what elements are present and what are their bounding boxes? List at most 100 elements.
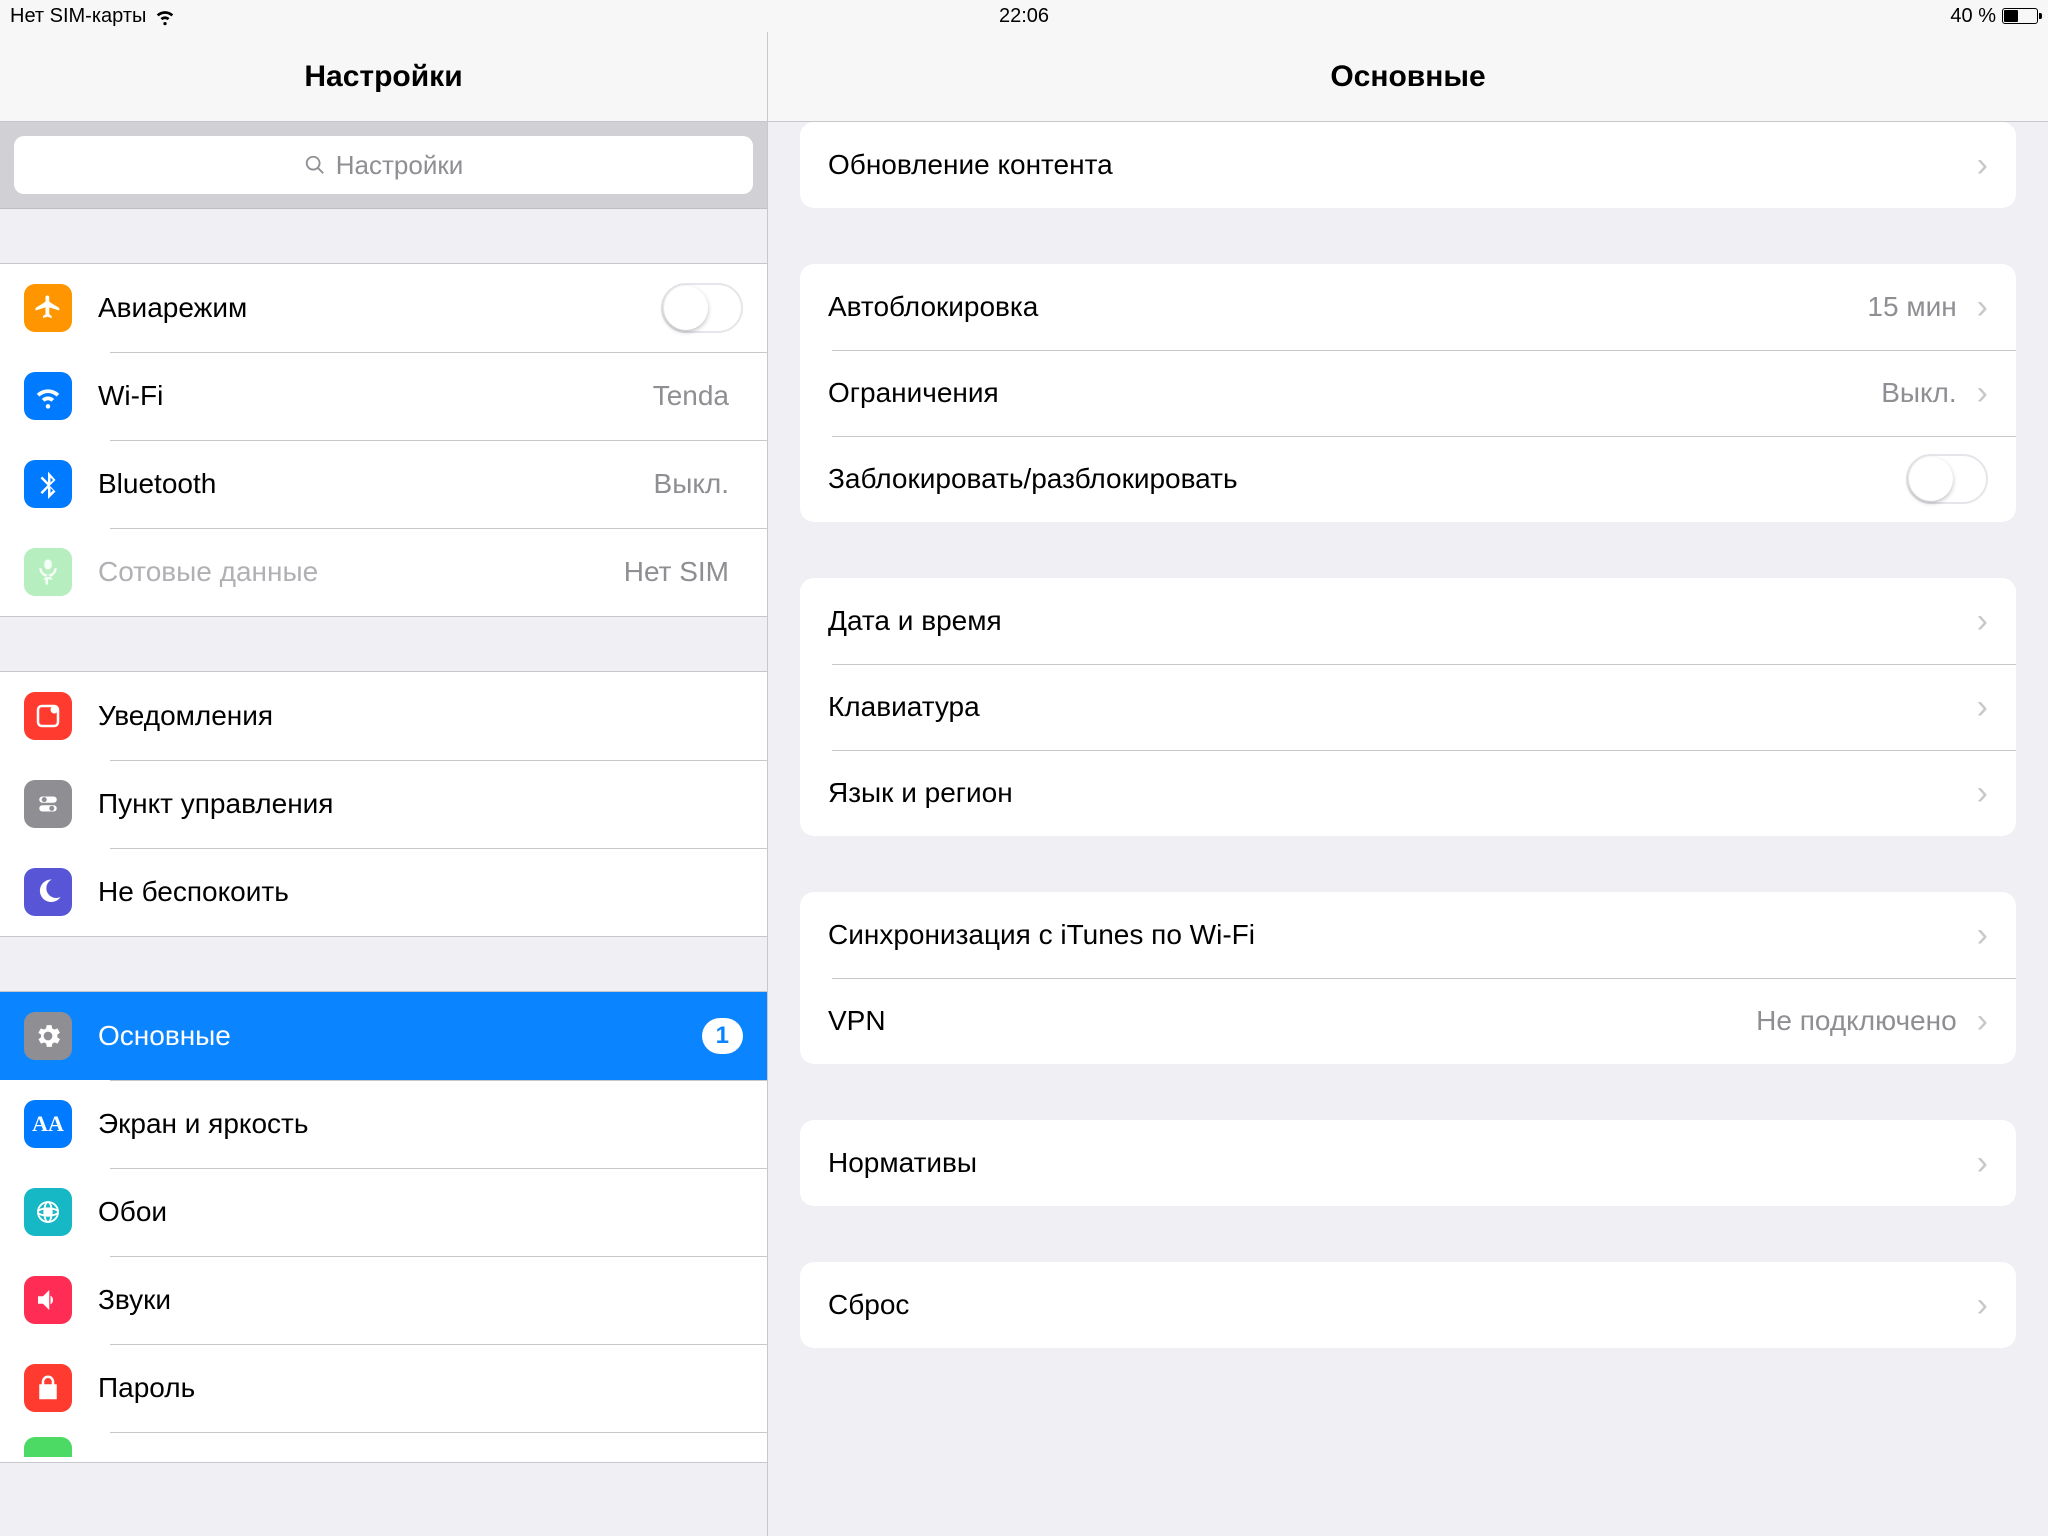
row-reset[interactable]: Сброс › (800, 1262, 2016, 1348)
search-placeholder: Настройки (336, 150, 464, 181)
sidebar-group-connectivity: Авиарежим Wi-Fi Tenda Bluetooth Выкл. Со… (0, 263, 767, 617)
status-time: 22:06 (999, 5, 1049, 28)
row-regulatory[interactable]: Нормативы › (800, 1120, 2016, 1206)
row-value: Выкл. (654, 468, 729, 500)
row-label: Сотовые данные (98, 556, 624, 588)
sidebar-item-display[interactable]: AA Экран и яркость (0, 1080, 767, 1168)
carrier-text: Нет SIM-карты (10, 5, 146, 28)
detail-group-5: Сброс › (800, 1262, 2016, 1348)
row-label: Дата и время (828, 605, 1971, 637)
search-input[interactable]: Настройки (14, 136, 753, 194)
row-vpn[interactable]: VPN Не подключено › (800, 978, 2016, 1064)
row-label: Сброс (828, 1289, 1971, 1321)
row-label: VPN (828, 1005, 1756, 1037)
chevron-right-icon: › (1977, 688, 1988, 727)
row-content-refresh[interactable]: Обновление контента › (800, 122, 2016, 208)
row-label: Заблокировать/разблокировать (828, 463, 1906, 495)
sidebar-item-control-center[interactable]: Пункт управления (0, 760, 767, 848)
status-left: Нет SIM-карты (10, 5, 176, 28)
sidebar-item-next[interactable] (0, 1432, 767, 1462)
bluetooth-icon (24, 460, 72, 508)
row-label: Wi-Fi (98, 380, 653, 412)
detail-group-1: Автоблокировка 15 мин › Ограничения Выкл… (800, 264, 2016, 522)
dnd-icon (24, 868, 72, 916)
row-label: Основные (98, 1020, 702, 1052)
sidebar-item-general[interactable]: Основные 1 (0, 992, 767, 1080)
row-value: Нет SIM (624, 556, 729, 588)
detail-content: Обновление контента › Автоблокировка 15 … (768, 122, 2048, 1408)
row-label: Не беспокоить (98, 876, 743, 908)
sidebar-item-wifi[interactable]: Wi-Fi Tenda (0, 352, 767, 440)
row-label: Обои (98, 1196, 743, 1228)
row-label: Экран и яркость (98, 1108, 743, 1140)
control-center-icon (24, 780, 72, 828)
chevron-right-icon: › (1977, 374, 1988, 413)
sidebar-item-wallpaper[interactable]: Обои (0, 1168, 767, 1256)
wifi-status-icon (154, 5, 176, 27)
chevron-right-icon: › (1977, 916, 1988, 955)
row-label: Ограничения (828, 377, 1881, 409)
detail-pane: Основные Обновление контента › Автоблоки… (768, 32, 2048, 1536)
cellular-icon (24, 548, 72, 596)
row-date-time[interactable]: Дата и время › (800, 578, 2016, 664)
display-icon: AA (24, 1100, 72, 1148)
row-label: Нормативы (828, 1147, 1971, 1179)
chevron-right-icon: › (1977, 1144, 1988, 1183)
row-restrictions[interactable]: Ограничения Выкл. › (800, 350, 2016, 436)
row-language-region[interactable]: Язык и регион › (800, 750, 2016, 836)
sidebar-item-airplane[interactable]: Авиарежим (0, 264, 767, 352)
status-bar: Нет SIM-карты 22:06 40 % (0, 0, 2048, 32)
row-label: Язык и регион (828, 777, 1971, 809)
row-lock-unlock[interactable]: Заблокировать/разблокировать (800, 436, 2016, 522)
sounds-icon (24, 1276, 72, 1324)
row-keyboard[interactable]: Клавиатура › (800, 664, 2016, 750)
chevron-right-icon: › (1977, 146, 1988, 185)
row-label: Пункт управления (98, 788, 743, 820)
wallpaper-icon (24, 1188, 72, 1236)
search-icon (304, 154, 326, 176)
row-autolock[interactable]: Автоблокировка 15 мин › (800, 264, 2016, 350)
sidebar-title: Настройки (0, 32, 767, 122)
row-icon (24, 1437, 72, 1457)
row-label: Синхронизация с iTunes по Wi-Fi (828, 919, 1971, 951)
airplane-icon (24, 284, 72, 332)
update-badge: 1 (702, 1018, 743, 1054)
row-label: Уведомления (98, 700, 743, 732)
sidebar-item-dnd[interactable]: Не беспокоить (0, 848, 767, 936)
row-value: Не подключено (1756, 1005, 1957, 1037)
chevron-right-icon: › (1977, 1002, 1988, 1041)
row-value: 15 мин (1867, 291, 1956, 323)
sidebar-item-cellular[interactable]: Сотовые данные Нет SIM (0, 528, 767, 616)
detail-title: Основные (768, 32, 2048, 122)
row-label: Клавиатура (828, 691, 1971, 723)
sidebar-item-passcode[interactable]: Пароль (0, 1344, 767, 1432)
notifications-icon (24, 692, 72, 740)
battery-icon (2002, 8, 2038, 24)
detail-group-0: Обновление контента › (800, 122, 2016, 208)
sidebar-item-sounds[interactable]: Звуки (0, 1256, 767, 1344)
search-wrap: Настройки (0, 122, 767, 209)
sidebar-item-notifications[interactable]: Уведомления (0, 672, 767, 760)
lock-unlock-switch[interactable] (1906, 454, 1988, 504)
wifi-icon (24, 372, 72, 420)
airplane-switch[interactable] (661, 283, 743, 333)
row-label: Обновление контента (828, 149, 1971, 181)
passcode-icon (24, 1364, 72, 1412)
row-label: Автоблокировка (828, 291, 1867, 323)
general-icon (24, 1012, 72, 1060)
row-label: Авиарежим (98, 292, 661, 324)
status-right: 40 % (1950, 5, 2038, 28)
detail-group-2: Дата и время › Клавиатура › Язык и регио… (800, 578, 2016, 836)
row-itunes-wifi-sync[interactable]: Синхронизация с iTunes по Wi-Fi › (800, 892, 2016, 978)
chevron-right-icon: › (1977, 288, 1988, 327)
sidebar-group-alerts: Уведомления Пункт управления Не беспокои… (0, 671, 767, 937)
row-label: Bluetooth (98, 468, 654, 500)
sidebar-item-bluetooth[interactable]: Bluetooth Выкл. (0, 440, 767, 528)
chevron-right-icon: › (1977, 774, 1988, 813)
detail-group-3: Синхронизация с iTunes по Wi-Fi › VPN Не… (800, 892, 2016, 1064)
chevron-right-icon: › (1977, 1286, 1988, 1325)
row-value: Выкл. (1881, 377, 1956, 409)
detail-group-4: Нормативы › (800, 1120, 2016, 1206)
row-label: Пароль (98, 1372, 743, 1404)
settings-sidebar: Настройки Настройки Авиарежим Wi-Fi Tend… (0, 32, 768, 1536)
